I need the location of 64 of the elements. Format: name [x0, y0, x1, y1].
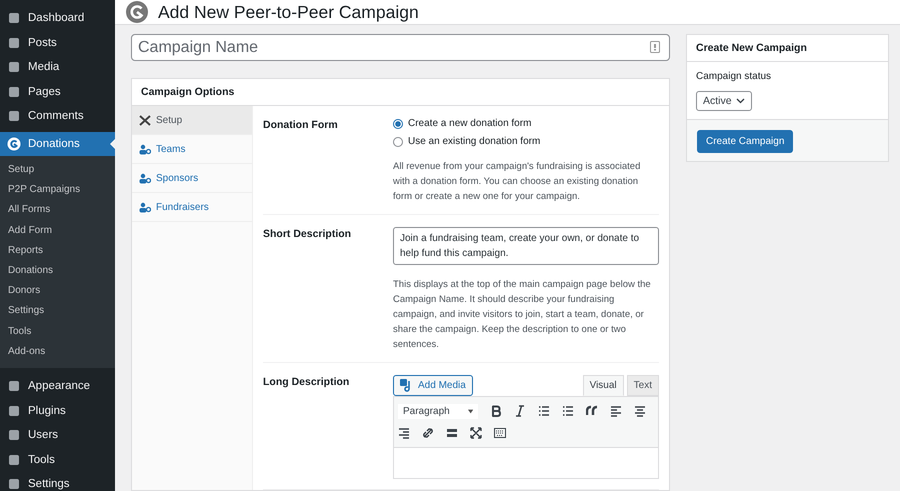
fullscreen-icon[interactable] — [470, 427, 482, 439]
sidebar-item[interactable]: Tools — [0, 447, 115, 472]
sidebar-item[interactable]: Appearance — [0, 374, 115, 398]
radio-option[interactable]: Use an existing donation form — [393, 136, 659, 147]
panel-title: Create New Campaign — [687, 35, 888, 62]
sidebar-item[interactable]: Media — [0, 55, 115, 80]
short-description-field[interactable]: Join a fundraising team, create your own, or donate to help fund this campaign. — [393, 227, 659, 265]
submenu-item[interactable]: Setup — [0, 160, 115, 180]
align-right-icon[interactable] — [398, 427, 410, 439]
sidebar-item[interactable]: Pages — [0, 80, 115, 104]
page-title: Add New Peer-to-Peer Campaign — [158, 2, 419, 22]
read-more-icon[interactable] — [446, 427, 458, 439]
sidebar-item[interactable]: Comments — [0, 104, 115, 128]
field-label: Donation Form — [263, 118, 339, 133]
options-tab[interactable]: Fundraisers — [132, 193, 252, 222]
tab-icon — [139, 114, 151, 126]
link-icon[interactable] — [422, 427, 434, 439]
chevron-icon — [736, 98, 745, 104]
status-dropdown[interactable]: Active — [696, 91, 752, 111]
sidebar-item[interactable]: Donations — [0, 132, 115, 156]
bulleted-list-icon[interactable] — [538, 405, 550, 417]
numbered-list-icon[interactable] — [562, 405, 574, 417]
align-center-icon[interactable] — [634, 405, 646, 417]
sidebar-item[interactable]: Dashboard — [0, 6, 115, 30]
tab-icon — [139, 144, 151, 154]
status-label: Campaign status — [696, 71, 772, 82]
submenu-item[interactable]: Add-ons — [0, 342, 115, 362]
submenu-item[interactable]: Reports — [0, 240, 115, 261]
field-label: Long Description — [263, 375, 350, 390]
create-campaign-button[interactable]: Create Campaign — [697, 130, 794, 153]
caret-icon — [468, 408, 473, 414]
submenu-item[interactable]: All Forms — [0, 200, 115, 221]
tab-icon — [139, 202, 151, 212]
keyboard-icon[interactable] — [494, 427, 506, 439]
italic-icon[interactable] — [514, 405, 526, 417]
align-left-icon[interactable] — [610, 405, 622, 417]
submenu-item[interactable]: Donors — [0, 281, 115, 302]
sidebar-item[interactable]: Plugins — [0, 398, 115, 423]
options-tab[interactable]: Teams — [132, 135, 252, 164]
tab-icon — [139, 172, 151, 184]
bold-icon[interactable] — [490, 405, 502, 417]
sidebar-item[interactable]: Settings — [0, 472, 115, 491]
format-dropdown[interactable]: Paragraph — [398, 404, 478, 418]
options-tab[interactable]: Setup — [132, 106, 252, 135]
options-tab[interactable]: Sponsors — [132, 164, 252, 193]
help-text: This displays at the top of the main campaign page below the Campaign Name. It should describe your fundraising campaign, and invite visitors to join, start a team, donate, or share the campaign. Keep the description to one or two sentences. — [393, 278, 652, 352]
add-media-button[interactable]: Add Media — [393, 375, 473, 396]
submenu-item[interactable]: Donations — [0, 260, 115, 282]
editor-tab[interactable]: Text — [626, 375, 659, 396]
submenu-item[interactable]: Settings — [0, 301, 115, 322]
field-icon — [650, 41, 660, 53]
radio-button[interactable] — [393, 118, 403, 128]
radio-option[interactable]: Create a new donation form — [393, 118, 659, 129]
quote-icon[interactable] — [586, 405, 598, 417]
field-label: Short Description — [263, 227, 352, 242]
submenu-item[interactable]: Tools — [0, 322, 115, 342]
sidebar-item[interactable]: Users — [0, 422, 115, 448]
campaign-name-field[interactable]: Campaign Name — [131, 34, 670, 61]
sidebar-item[interactable]: Posts — [0, 30, 115, 55]
radio-button[interactable] — [393, 136, 403, 146]
submenu-item[interactable]: Add Form — [0, 220, 115, 241]
help-text: All revenue from your campaign's fundraising is associated with a donation form. You can choose an existing donation form or create a new one for your campaign. — [393, 160, 642, 204]
editor-tab[interactable]: Visual — [582, 375, 624, 396]
submenu-item[interactable]: P2P Campaigns — [0, 180, 115, 200]
